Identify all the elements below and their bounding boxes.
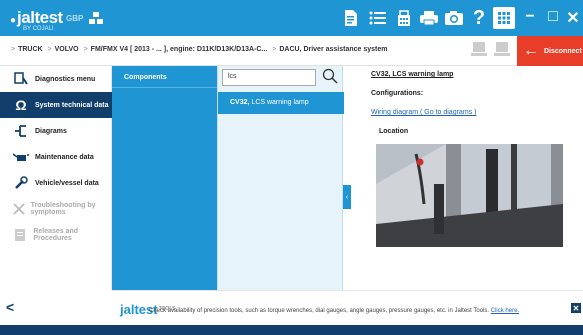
breadcrumb-chevron-icon: >	[83, 46, 88, 53]
breadcrumb-item[interactable]: VOLVO	[55, 46, 79, 53]
truck-test-icon[interactable]	[470, 40, 488, 60]
search-icon[interactable]	[322, 68, 338, 89]
components-header: Components	[112, 66, 217, 88]
close-window-button[interactable]: ✕	[563, 8, 583, 28]
chevron-left-icon: ‹	[345, 193, 349, 201]
sidebar-item-releases: Releases and Procedures	[0, 222, 112, 248]
breadcrumb-item[interactable]: FM/FMX V4 [ 2013 - ... ], engine: D11K/D…	[91, 46, 268, 53]
sidebar-item-label: Releases and Procedures	[33, 228, 79, 242]
list-item[interactable]: CV32, LCS warning lamp	[218, 92, 344, 114]
logo-sub: BY COJALI	[23, 26, 54, 32]
maximize-button[interactable]: □	[543, 8, 563, 26]
detail-panel: CV32, LCS warning lamp Configurations: W…	[351, 66, 583, 290]
disconnect-button[interactable]: ← Disconnect	[517, 36, 583, 66]
location-label: Location	[379, 128, 409, 135]
sidebar-item-vehicle-data[interactable]: Vehicle/vessel data	[0, 170, 112, 196]
tools-icon	[10, 202, 28, 216]
component-label: LCS warning lamp	[251, 99, 309, 106]
sidebar-item-diagnostics-menu[interactable]: Diagnostics menu	[0, 66, 112, 92]
sidebar: Diagnostics menu Ω System technical data…	[0, 66, 112, 290]
status-bar	[0, 325, 583, 335]
breadcrumb-chevron-icon: >	[272, 46, 277, 53]
results-column: lcs CV32, LCS warning lamp	[217, 66, 344, 290]
apps-grid-icon[interactable]	[493, 7, 515, 29]
sidebar-item-diagrams[interactable]: Diagrams	[0, 118, 112, 144]
arrow-left-icon: ←	[523, 42, 539, 59]
sidebar-item-system-technical-data[interactable]: Ω System technical data	[0, 92, 112, 118]
breadcrumb-chevron-icon: >	[47, 46, 52, 53]
sidebar-item-label: Vehicle/vessel data	[35, 179, 99, 187]
sidebar-item-maintenance-data[interactable]: Maintenance data	[0, 144, 112, 170]
truck-connect-icon[interactable]	[493, 40, 511, 60]
click-here-link[interactable]: Click here.	[491, 308, 519, 314]
breadcrumb-item[interactable]: TRUCK	[18, 46, 43, 53]
wrench-icon	[10, 176, 32, 190]
sidebar-item-label: Maintenance data	[35, 153, 94, 161]
tools-info-bar: jaltest TOOLS Check availability of prec…	[112, 290, 583, 325]
back-button[interactable]: <	[6, 299, 14, 315]
calculator-icon[interactable]	[393, 7, 415, 29]
sidebar-item-troubleshooting: Troubleshooting by symptoms	[0, 196, 112, 222]
diagrams-icon	[10, 124, 32, 138]
app-window: ● jaltest BY COJALI GBP ? − □ ✕ > TRUCK …	[0, 0, 583, 335]
breadcrumb-chevron-icon: >	[11, 46, 16, 53]
breadcrumb-item[interactable]: DACU, Driver assistance system	[279, 46, 387, 53]
location-photo[interactable]	[376, 144, 563, 247]
logo-symbol-icon: ●	[10, 15, 17, 26]
currency-label[interactable]: GBP	[66, 14, 83, 23]
help-icon[interactable]: ?	[468, 7, 490, 29]
component-code: CV32,	[230, 99, 250, 106]
search-input[interactable]: lcs	[222, 69, 316, 86]
camera-icon[interactable]	[443, 7, 465, 29]
diagnostics-icon	[10, 72, 32, 86]
releases-icon	[10, 228, 30, 242]
oil-can-icon	[10, 151, 32, 163]
sidebar-item-label: Diagrams	[35, 127, 67, 135]
configurations-label: Configurations:	[371, 90, 424, 97]
components-column: Components	[112, 66, 217, 290]
logo-brand: jaltest	[17, 8, 63, 27]
close-icon[interactable]: ✕	[571, 303, 581, 313]
tools-info-text: Check availability of precision tools, s…	[149, 308, 520, 314]
document-icon[interactable]	[340, 7, 362, 29]
cubes-icon[interactable]	[85, 8, 107, 30]
minimize-button[interactable]: −	[520, 8, 540, 26]
top-bar: ● jaltest BY COJALI GBP ? − □ ✕	[0, 0, 583, 36]
sidebar-item-label: Troubleshooting by symptoms	[30, 202, 96, 216]
collapse-panel-button[interactable]: ‹	[343, 185, 351, 209]
list-icon[interactable]	[367, 7, 389, 29]
sidebar-item-label: System technical data	[35, 101, 109, 109]
disconnect-label: Disconnect	[544, 47, 582, 55]
omega-icon: Ω	[15, 97, 27, 113]
jaltest-logo: ● jaltest BY COJALI	[10, 8, 63, 32]
printer-icon[interactable]	[418, 7, 440, 29]
wiring-diagram-link[interactable]: Wiring diagram ( Go to diagrams )	[371, 109, 476, 116]
sidebar-item-label: Diagnostics menu	[35, 75, 96, 83]
component-title: CV32, LCS warning lamp	[371, 71, 454, 78]
